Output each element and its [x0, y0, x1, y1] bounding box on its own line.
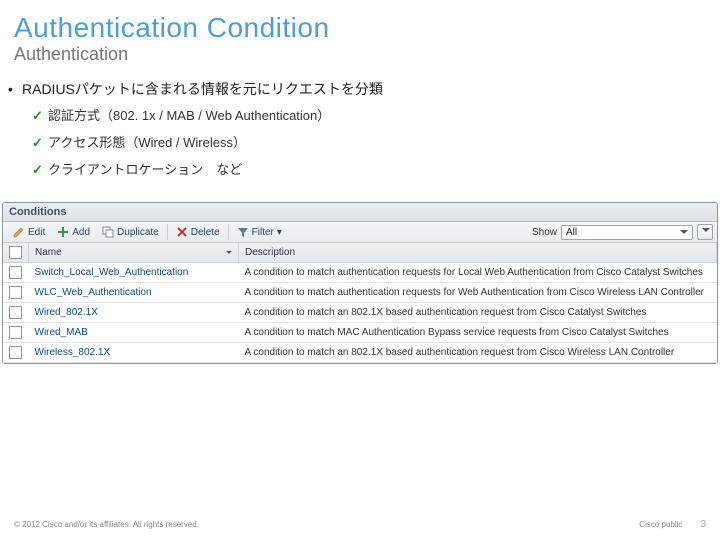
- delete-label: Delete: [191, 227, 220, 238]
- toolbar-separator: [228, 224, 229, 240]
- checkbox-icon[interactable]: [9, 246, 22, 259]
- check-item: 認証方式（802. 1x / MAB / Web Authentication）: [0, 101, 720, 128]
- plus-icon: [57, 226, 69, 238]
- description-header[interactable]: Description: [239, 243, 717, 263]
- slide-title: Authentication Condition: [0, 0, 720, 44]
- conditions-panel: Conditions Edit Add Duplicate Delete Fil…: [2, 202, 718, 364]
- select-all-header[interactable]: [3, 243, 29, 263]
- filter-button[interactable]: Filter ▾: [231, 224, 288, 240]
- chevron-down-icon: ▾: [277, 227, 282, 238]
- duplicate-button[interactable]: Duplicate: [96, 224, 165, 240]
- edit-button[interactable]: Edit: [7, 224, 51, 240]
- row-checkbox[interactable]: [9, 346, 22, 359]
- copyright-text: © 2012 Cisco and/or its affiliates. All …: [14, 520, 639, 529]
- slide-footer: © 2012 Cisco and/or its affiliates. All …: [14, 519, 706, 530]
- row-desc: A condition to match an 802.1X based aut…: [239, 343, 717, 363]
- row-desc: A condition to match MAC Authentication …: [239, 323, 717, 343]
- pencil-icon: [13, 226, 25, 238]
- main-bullet: RADIUSパケットに含まれる情報を元にリクエストを分類: [0, 73, 720, 101]
- row-checkbox[interactable]: [9, 266, 22, 279]
- delete-icon: [176, 226, 188, 238]
- filter-icon: [237, 226, 249, 238]
- add-button[interactable]: Add: [51, 224, 96, 240]
- row-name[interactable]: Wired_MAB: [29, 323, 239, 343]
- row-checkbox[interactable]: [9, 286, 22, 299]
- settings-dropdown-icon[interactable]: [697, 224, 713, 240]
- duplicate-icon: [102, 226, 114, 238]
- row-name[interactable]: Switch_Local_Web_Authentication: [29, 263, 239, 283]
- row-name[interactable]: WLC_Web_Authentication: [29, 283, 239, 303]
- slide-subtitle: Authentication: [0, 44, 720, 73]
- check-item: クライアントロケーション など: [0, 155, 720, 182]
- page-number: 3: [700, 519, 706, 530]
- delete-button[interactable]: Delete: [170, 224, 226, 240]
- table-row[interactable]: Wired_MAB A condition to match MAC Authe…: [3, 323, 717, 343]
- show-value: All: [566, 227, 577, 238]
- row-name[interactable]: Wireless_802.1X: [29, 343, 239, 363]
- conditions-table: Name Description Switch_Local_Web_Authen…: [3, 243, 717, 363]
- filter-label: Filter: [252, 227, 274, 238]
- edit-label: Edit: [28, 227, 45, 238]
- row-desc: A condition to match an 802.1X based aut…: [239, 303, 717, 323]
- show-label: Show: [532, 227, 557, 238]
- table-row[interactable]: Wireless_802.1X A condition to match an …: [3, 343, 717, 363]
- table-row[interactable]: WLC_Web_Authentication A condition to ma…: [3, 283, 717, 303]
- table-row[interactable]: Switch_Local_Web_Authentication A condit…: [3, 263, 717, 283]
- duplicate-label: Duplicate: [117, 227, 159, 238]
- toolbar-separator: [167, 224, 168, 240]
- show-select[interactable]: All: [561, 225, 693, 240]
- name-header[interactable]: Name: [29, 243, 239, 263]
- check-item: アクセス形態（Wired / Wireless）: [0, 128, 720, 155]
- row-checkbox[interactable]: [9, 306, 22, 319]
- row-name[interactable]: Wired_802.1X: [29, 303, 239, 323]
- row-desc: A condition to match authentication requ…: [239, 263, 717, 283]
- footer-label: Cisco public: [639, 520, 682, 529]
- panel-header: Conditions: [3, 203, 717, 222]
- row-checkbox[interactable]: [9, 326, 22, 339]
- row-desc: A condition to match authentication requ…: [239, 283, 717, 303]
- table-row[interactable]: Wired_802.1X A condition to match an 802…: [3, 303, 717, 323]
- add-label: Add: [72, 227, 90, 238]
- panel-toolbar: Edit Add Duplicate Delete Filter ▾ Show …: [3, 222, 717, 243]
